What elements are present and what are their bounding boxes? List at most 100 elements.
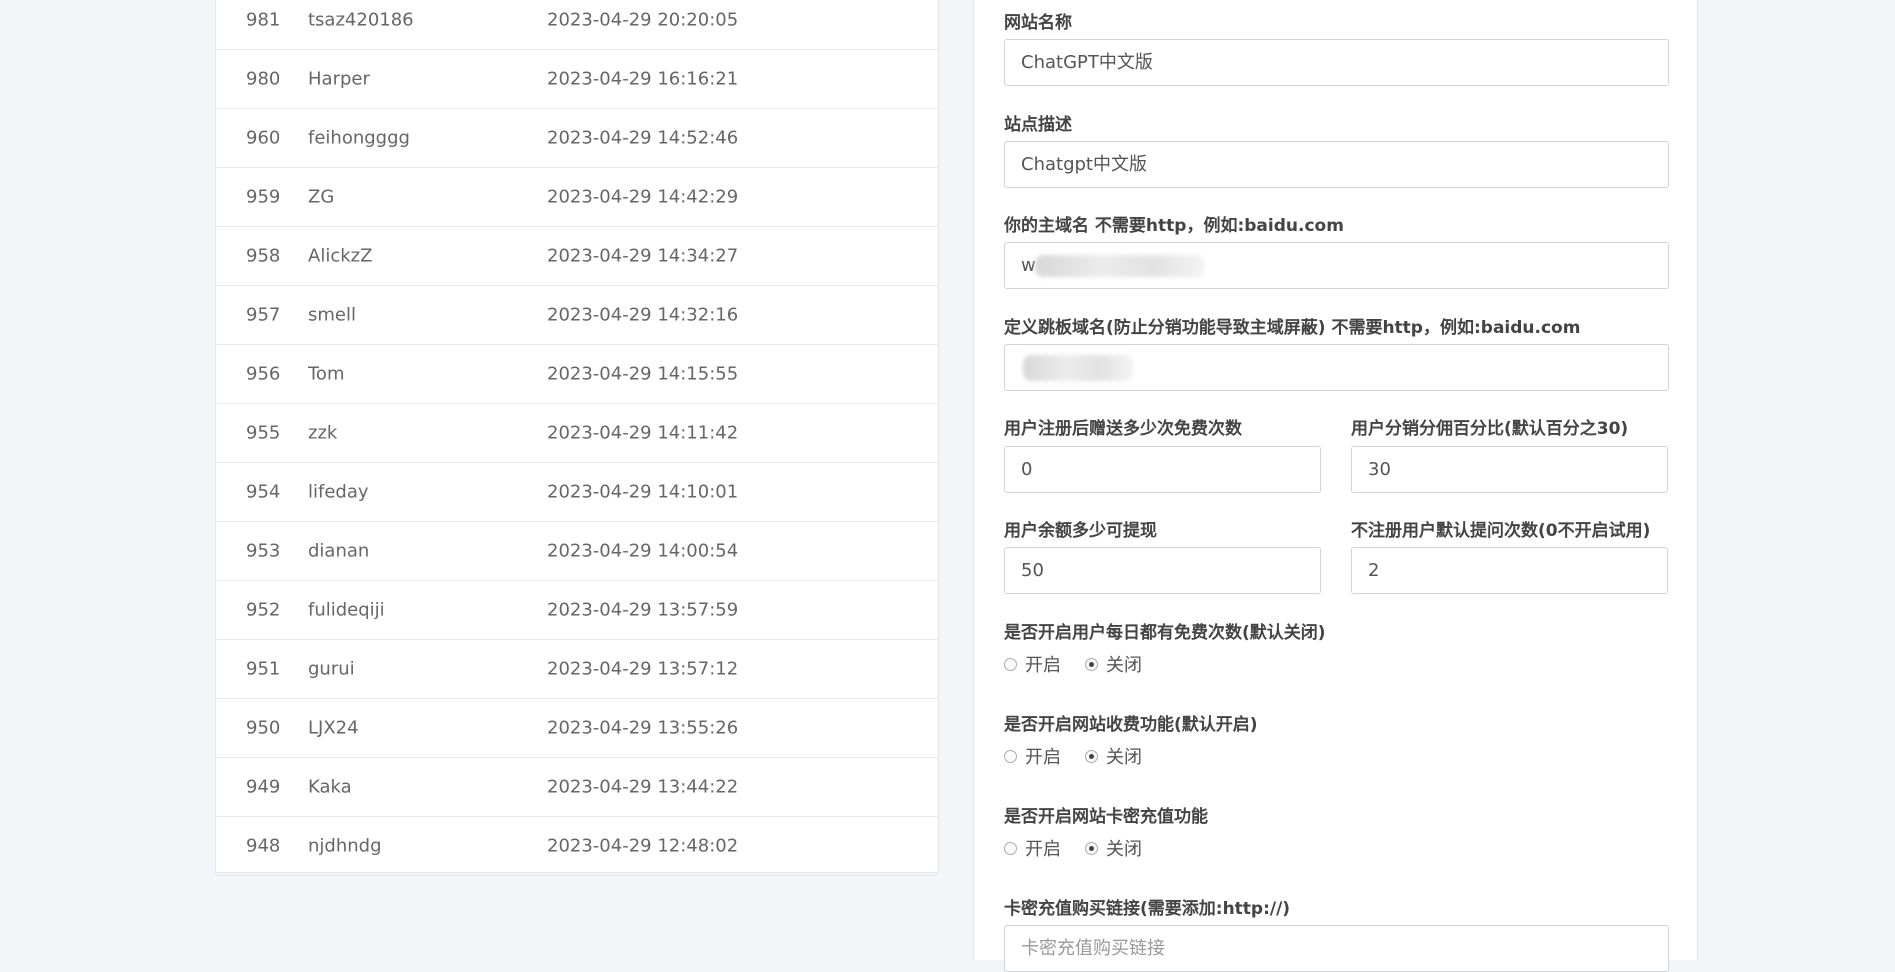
- user-time-cell: 2023-04-29 14:34:27: [547, 245, 739, 267]
- user-name-cell: feihongggg: [308, 127, 410, 149]
- jump-domain-input[interactable]: [1004, 344, 1669, 391]
- radio-off-icon[interactable]: [1085, 657, 1098, 671]
- user-name-cell: LJX24: [308, 717, 359, 739]
- main-domain-input[interactable]: w: [1004, 242, 1669, 289]
- user-id-cell: 949: [246, 776, 281, 798]
- daily-free-label: 是否开启用户每日都有免费次数(默认关闭): [1004, 623, 1326, 643]
- main-domain-label: 你的主域名 不需要http，例如:baidu.com: [1004, 216, 1344, 236]
- commission-input[interactable]: 30: [1351, 446, 1668, 493]
- user-list-table: 981 tsaz420186 2023-04-29 20:20:05 980 Harpe…: [215, 0, 939, 876]
- commission-value: 30: [1368, 459, 1391, 480]
- user-time-cell: 2023-04-29 14:10:01: [547, 481, 739, 503]
- table-row: 959 ZG 2023-04-29 14:42:29: [216, 168, 938, 227]
- card-link-placeholder: 卡密充值购买链接: [1021, 938, 1165, 959]
- card-link-input[interactable]: 卡密充值购买链接: [1004, 925, 1669, 972]
- main-domain-value: w: [1021, 255, 1036, 276]
- user-time-cell: 2023-04-29 14:15:55: [547, 363, 739, 385]
- table-row: 952 fulideqiji 2023-04-29 13:57:59: [216, 581, 938, 640]
- user-time-cell: 2023-04-29 13:55:26: [547, 717, 739, 739]
- daily-free-radio-group: 开启 关闭: [1004, 651, 1204, 677]
- daily-free-off-option[interactable]: 关闭: [1085, 651, 1142, 677]
- user-name-cell: tsaz420186: [308, 9, 414, 31]
- option-label: 关闭: [1106, 747, 1142, 768]
- site-desc-input[interactable]: Chatgpt中文版: [1004, 141, 1669, 188]
- redacted-blur: [1035, 255, 1205, 277]
- user-id-cell: 950: [246, 717, 281, 739]
- user-name-cell: Kaka: [308, 776, 352, 798]
- user-name-cell: AlickzZ: [308, 245, 373, 267]
- user-time-cell: 2023-04-29 20:20:05: [547, 9, 739, 31]
- user-name-cell: dianan: [308, 540, 370, 562]
- user-id-cell: 981: [246, 9, 281, 31]
- user-id-cell: 960: [246, 127, 281, 149]
- user-time-cell: 2023-04-29 14:11:42: [547, 422, 739, 444]
- site-name-value: ChatGPT中文版: [1021, 52, 1153, 73]
- user-id-cell: 959: [246, 186, 281, 208]
- user-id-cell: 956: [246, 363, 281, 385]
- option-label: 关闭: [1106, 839, 1142, 860]
- user-name-cell: Harper: [308, 68, 370, 90]
- user-id-cell: 957: [246, 304, 281, 326]
- user-name-cell: ZG: [308, 186, 335, 208]
- user-id-cell: 952: [246, 599, 281, 621]
- radio-on-icon[interactable]: [1004, 841, 1017, 855]
- option-label: 开启: [1025, 747, 1061, 768]
- user-id-cell: 954: [246, 481, 281, 503]
- withdraw-min-input[interactable]: 50: [1004, 547, 1321, 594]
- user-time-cell: 2023-04-29 14:00:54: [547, 540, 739, 562]
- user-time-cell: 2023-04-29 13:44:22: [547, 776, 739, 798]
- user-id-cell: 958: [246, 245, 281, 267]
- user-time-cell: 2023-04-29 14:42:29: [547, 186, 739, 208]
- user-name-cell: Tom: [308, 363, 345, 385]
- table-row: 981 tsaz420186 2023-04-29 20:20:05: [216, 0, 938, 50]
- register-free-value: 0: [1021, 459, 1033, 480]
- settings-form: 网站名称 ChatGPT中文版 站点描述 Chatgpt中文版 你的主域名 不需…: [973, 0, 1698, 972]
- charge-on-option[interactable]: 开启: [1004, 743, 1061, 769]
- radio-on-icon[interactable]: [1004, 749, 1017, 763]
- user-id-cell: 948: [246, 835, 281, 857]
- redacted-blur: [1023, 355, 1133, 381]
- option-label: 关闭: [1106, 655, 1142, 676]
- user-name-cell: njdhndg: [308, 835, 382, 857]
- user-name-cell: gurui: [308, 658, 355, 680]
- site-name-label: 网站名称: [1004, 13, 1072, 33]
- user-time-cell: 2023-04-29 12:48:02: [547, 835, 739, 857]
- card-recharge-radio-group: 开启 关闭: [1004, 835, 1204, 861]
- table-row: 960 feihongggg 2023-04-29 14:52:46: [216, 109, 938, 168]
- table-row: 955 zzk 2023-04-29 14:11:42: [216, 404, 938, 463]
- site-name-input[interactable]: ChatGPT中文版: [1004, 39, 1669, 86]
- register-free-input[interactable]: 0: [1004, 446, 1321, 493]
- card-recharge-label: 是否开启网站卡密充值功能: [1004, 807, 1208, 827]
- user-id-cell: 955: [246, 422, 281, 444]
- register-free-label: 用户注册后赠送多少次免费次数: [1004, 419, 1242, 439]
- table-row: 949 Kaka 2023-04-29 13:44:22: [216, 758, 938, 817]
- card-recharge-on-option[interactable]: 开启: [1004, 835, 1061, 861]
- table-row: 948 njdhndg 2023-04-29 12:48:02: [216, 817, 938, 876]
- table-row: 954 lifeday 2023-04-29 14:10:01: [216, 463, 938, 522]
- user-name-cell: smell: [308, 304, 356, 326]
- charge-radio-group: 开启 关闭: [1004, 743, 1204, 769]
- user-time-cell: 2023-04-29 13:57:59: [547, 599, 739, 621]
- user-time-cell: 2023-04-29 13:57:12: [547, 658, 739, 680]
- user-id-cell: 953: [246, 540, 281, 562]
- card-recharge-off-option[interactable]: 关闭: [1085, 835, 1142, 861]
- commission-label: 用户分销分佣百分比(默认百分之30): [1351, 419, 1629, 439]
- user-name-cell: zzk: [308, 422, 338, 444]
- daily-free-on-option[interactable]: 开启: [1004, 651, 1061, 677]
- user-time-cell: 2023-04-29 16:16:21: [547, 68, 739, 90]
- user-time-cell: 2023-04-29 14:32:16: [547, 304, 739, 326]
- radio-off-icon[interactable]: [1085, 841, 1098, 855]
- guest-questions-label: 不注册用户默认提问次数(0不开启试用): [1351, 521, 1651, 541]
- site-desc-value: Chatgpt中文版: [1021, 154, 1147, 175]
- table-row: 957 smell 2023-04-29 14:32:16: [216, 286, 938, 345]
- guest-questions-input[interactable]: 2: [1351, 547, 1668, 594]
- table-row: 951 gurui 2023-04-29 13:57:12: [216, 640, 938, 699]
- card-link-label: 卡密充值购买链接(需要添加:http://): [1004, 899, 1291, 919]
- guest-questions-value: 2: [1368, 560, 1380, 581]
- table-row: 958 AlickzZ 2023-04-29 14:34:27: [216, 227, 938, 286]
- radio-off-icon[interactable]: [1085, 749, 1098, 763]
- table-row: 953 dianan 2023-04-29 14:00:54: [216, 522, 938, 581]
- radio-on-icon[interactable]: [1004, 657, 1017, 671]
- user-name-cell: fulideqiji: [308, 599, 385, 621]
- charge-off-option[interactable]: 关闭: [1085, 743, 1142, 769]
